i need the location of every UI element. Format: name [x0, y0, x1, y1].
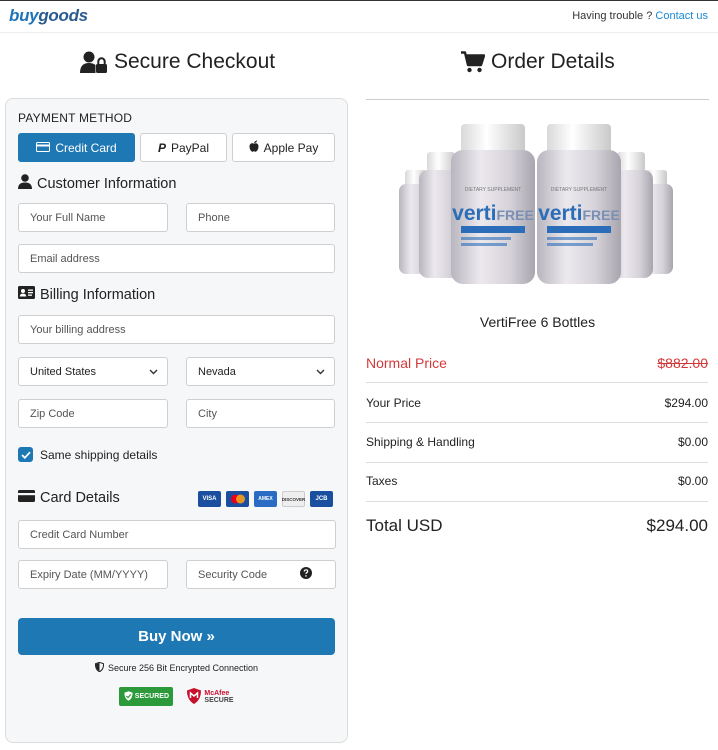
- row-divider: [366, 462, 708, 463]
- secure-checkout-title: Secure Checkout: [80, 50, 275, 74]
- top-bar: buygoods Having trouble ? Contact us: [0, 0, 718, 33]
- logo-buy-text: buy: [9, 6, 39, 25]
- secure-checkout-label: Secure Checkout: [114, 50, 276, 73]
- card-brand-icons: VISA AMEX DISCOVER JCB: [198, 491, 333, 507]
- credit-card-icon: [18, 490, 35, 506]
- shield-check-icon: [124, 690, 133, 703]
- card-details-label: Card Details: [40, 490, 120, 506]
- chevron-down-icon: [149, 366, 158, 378]
- logo-goods-text: goods: [38, 6, 88, 25]
- phone-input[interactable]: Phone: [186, 203, 335, 232]
- apple-pay-tab-label: Apple Pay: [263, 140, 319, 155]
- expiry-date-input[interactable]: Expiry Date (MM/YYYY): [18, 560, 168, 589]
- credit-card-icon: [36, 141, 51, 155]
- your-price-value: $294.00: [664, 396, 708, 410]
- state-select[interactable]: Nevada: [186, 357, 335, 386]
- shield-icon: [94, 661, 105, 674]
- checkout-form-panel: PAYMENT METHOD Credit Card P PayPal Appl…: [5, 98, 348, 743]
- mastercard-icon: [226, 491, 249, 507]
- bottle-front-right-label: DIETARY SUPPLEMENT: [551, 187, 607, 193]
- apple-icon: [249, 140, 259, 155]
- row-divider: [366, 382, 708, 383]
- billing-info-heading: Billing Information: [18, 286, 155, 303]
- mcafee-badge: McAfee SECURE: [187, 687, 234, 706]
- same-shipping-checkbox[interactable]: [18, 447, 33, 462]
- buy-now-button[interactable]: Buy Now »: [18, 618, 335, 655]
- country-select[interactable]: United States: [18, 357, 168, 386]
- email-input[interactable]: Email address: [18, 244, 335, 273]
- row-divider: [366, 501, 708, 502]
- apple-pay-tab[interactable]: Apple Pay: [232, 133, 335, 162]
- paypal-tab[interactable]: P PayPal: [140, 133, 227, 162]
- bottle-front-right: DIETARY SUPPLEMENT vertiFREE: [537, 124, 621, 284]
- country-select-value: United States: [30, 365, 97, 378]
- your-price-row: Your Price $294.00: [366, 396, 708, 410]
- shipping-label: Shipping & Handling: [366, 435, 475, 449]
- product-name: VertiFree 6 Bottles: [479, 314, 596, 330]
- zip-code-input[interactable]: Zip Code: [18, 399, 168, 428]
- paypal-tab-label: PayPal: [170, 140, 210, 155]
- taxes-value: $0.00: [677, 474, 708, 488]
- credit-card-tab-label: Credit Card: [55, 140, 117, 155]
- shipping-row: Shipping & Handling $0.00: [366, 435, 708, 449]
- total-value: $294.00: [646, 516, 708, 535]
- shipping-value: $0.00: [677, 435, 708, 449]
- trouble-text: Having trouble ?: [572, 10, 653, 22]
- security-badges: SECURED McAfee SECURE: [6, 687, 347, 706]
- taxes-label: Taxes: [366, 474, 398, 488]
- visa-icon: VISA: [198, 491, 221, 507]
- secured-badge-text: SECURED: [134, 693, 170, 700]
- full-name-input[interactable]: Your Full Name: [18, 203, 168, 232]
- same-shipping-label: Same shipping details: [40, 447, 158, 462]
- customer-info-label: Customer Information: [37, 175, 177, 192]
- billing-info-label: Billing Information: [40, 286, 156, 303]
- order-details-label: Order Details: [491, 50, 615, 73]
- jcb-icon: JCB: [310, 491, 333, 507]
- bottle-front-left: DIETARY SUPPLEMENT vertiFREE: [451, 124, 535, 284]
- mcafee-text: McAfee SECURE: [204, 690, 233, 704]
- help-text: Having trouble ? Contact us: [572, 10, 708, 22]
- total-label: Total USD: [366, 516, 443, 535]
- question-circle-icon[interactable]: [300, 567, 312, 582]
- secure-connection-line: Secure 256 Bit Encrypted Connection: [6, 661, 347, 674]
- secured-badge: SECURED: [119, 687, 174, 706]
- amex-icon: AMEX: [254, 491, 277, 507]
- bottle-front-left-label: DIETARY SUPPLEMENT: [465, 187, 521, 193]
- buygoods-logo[interactable]: buygoods: [9, 6, 88, 26]
- card-number-input[interactable]: Credit Card Number: [18, 520, 336, 549]
- security-code-input[interactable]: Security Code: [186, 560, 336, 589]
- state-select-value: Nevada: [198, 365, 236, 378]
- secure-connection-text: Secure 256 Bit Encrypted Connection: [107, 663, 259, 673]
- user-lock-icon: [80, 51, 108, 73]
- discover-icon: DISCOVER: [282, 491, 305, 507]
- contact-us-link[interactable]: Contact us: [655, 10, 708, 22]
- normal-price-value: $882.00: [657, 355, 708, 371]
- billing-address-input[interactable]: Your billing address: [18, 315, 335, 344]
- mcafee-secure: SECURE: [204, 696, 234, 704]
- mcafee-brand: McAfee: [204, 689, 230, 697]
- row-divider: [366, 422, 708, 423]
- paypal-icon: P: [157, 140, 166, 155]
- card-details-heading: Card Details: [18, 490, 120, 506]
- your-price-label: Your Price: [366, 396, 421, 410]
- chevron-down-icon: [316, 366, 325, 378]
- normal-price-label: Normal Price: [366, 355, 447, 371]
- shopping-cart-icon: [461, 51, 485, 73]
- taxes-row: Taxes $0.00: [366, 474, 708, 488]
- security-code-placeholder: Security Code: [198, 568, 268, 581]
- product-image: DIETARY SUPPLEMENT vertiFREE DIETARY SUP…: [397, 118, 675, 286]
- order-details-title: Order Details: [461, 50, 615, 74]
- payment-method-label: PAYMENT METHOD: [18, 111, 133, 125]
- normal-price-row: Normal Price $882.00: [366, 355, 708, 371]
- user-icon: [18, 174, 32, 193]
- same-shipping-row: Same shipping details: [18, 447, 157, 462]
- city-input[interactable]: City: [186, 399, 335, 428]
- customer-info-heading: Customer Information: [18, 174, 176, 193]
- address-card-icon: [18, 286, 35, 303]
- order-divider: [366, 99, 709, 100]
- credit-card-tab[interactable]: Credit Card: [18, 133, 135, 162]
- mcafee-logo-icon: [187, 687, 202, 706]
- total-row: Total USD $294.00: [366, 516, 708, 536]
